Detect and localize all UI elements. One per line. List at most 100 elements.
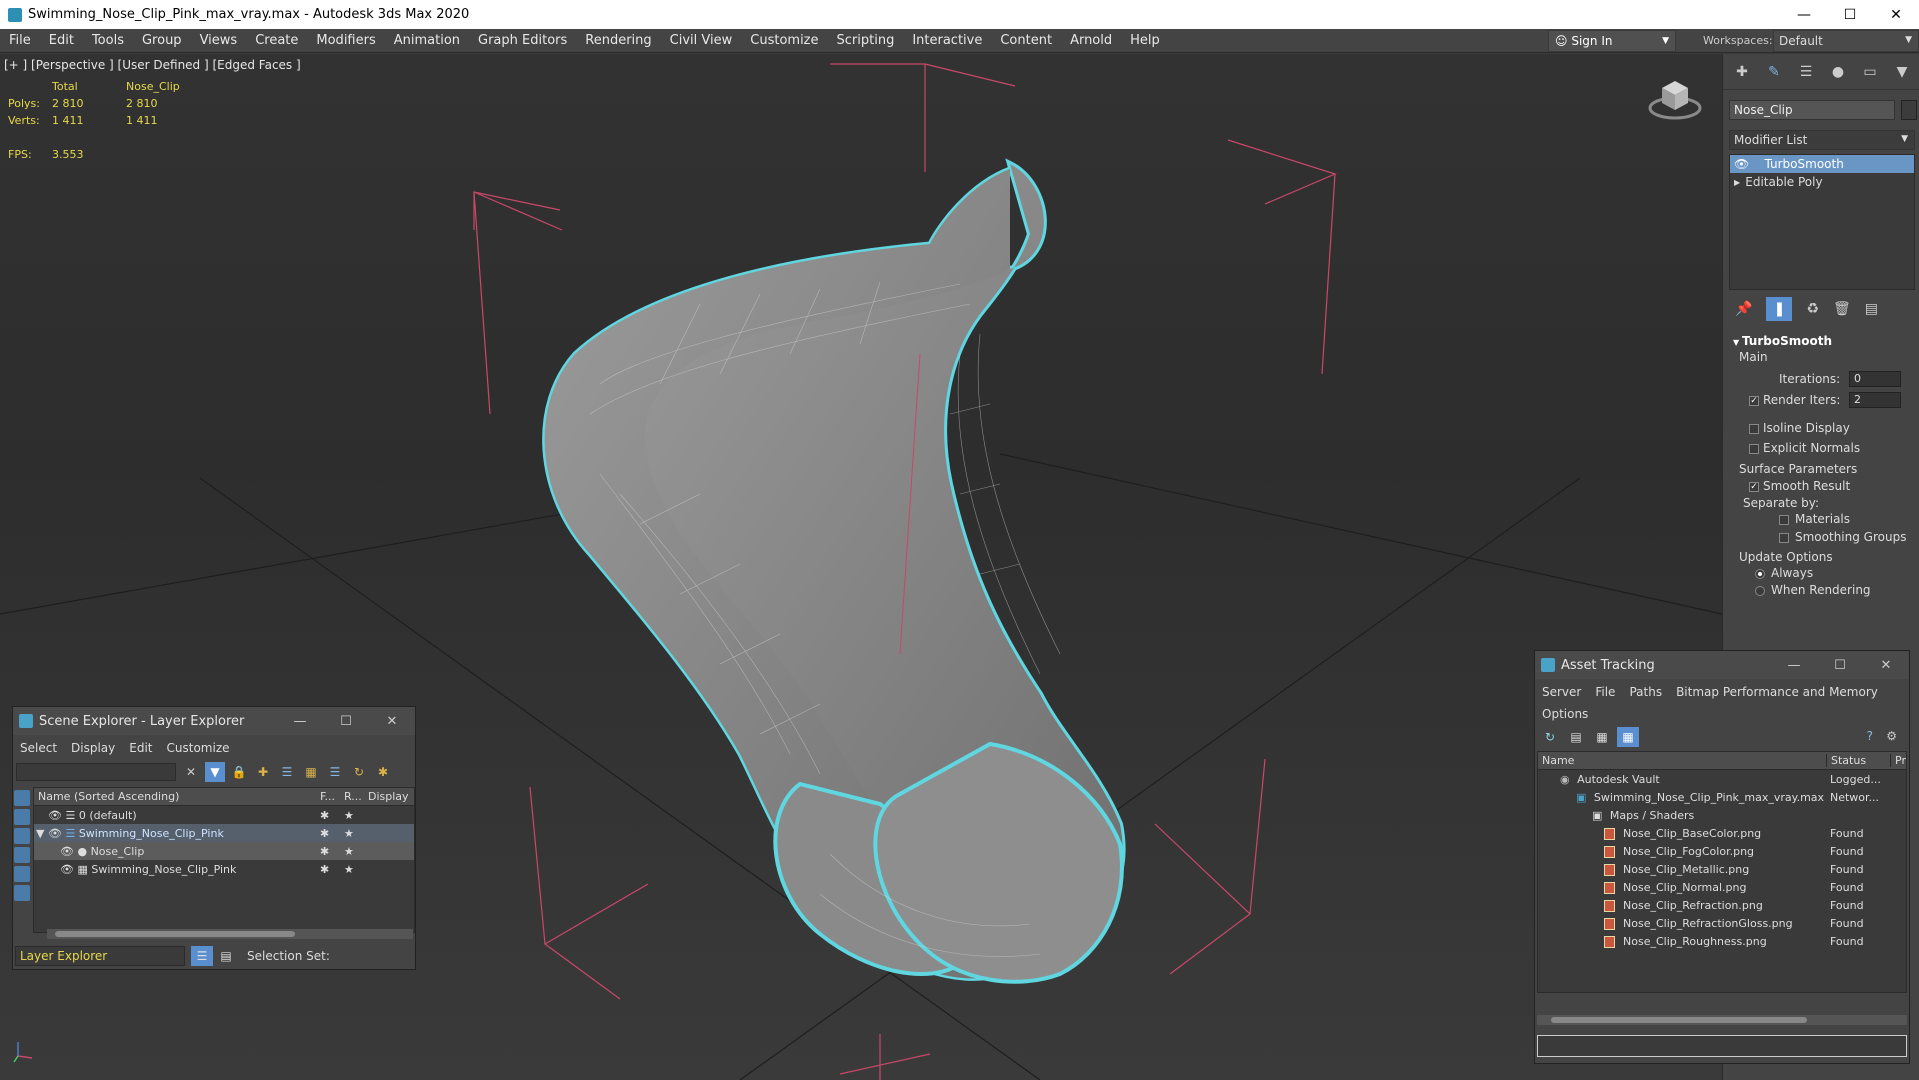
layers-icon[interactable]: ☰: [277, 762, 297, 782]
filter-icon[interactable]: ▼: [205, 762, 225, 782]
horizontal-scrollbar[interactable]: [47, 929, 413, 939]
eye-icon[interactable]: 👁: [1734, 157, 1765, 171]
menu-customize[interactable]: Customize: [741, 29, 827, 53]
table-view-icon[interactable]: ▦: [1617, 727, 1639, 747]
list-view-icon[interactable]: ▤: [1565, 727, 1587, 747]
close-icon[interactable]: ✕: [1863, 651, 1909, 679]
isoline-display-checkbox[interactable]: [1749, 424, 1759, 434]
menu-interactive[interactable]: Interactive: [903, 29, 991, 53]
expand-arrow-icon[interactable]: ▼: [36, 827, 44, 840]
menu-server[interactable]: Server: [1535, 685, 1588, 699]
utilities-tab-icon[interactable]: ▼: [1891, 61, 1913, 83]
clear-search-icon[interactable]: ✕: [181, 762, 201, 782]
nose-clip-mesh[interactable]: [542, 158, 1126, 984]
asset-row[interactable]: Nose_Clip_Metallic.png Found: [1538, 860, 1906, 878]
asset-row[interactable]: Nose_Clip_BaseColor.png Found: [1538, 824, 1906, 842]
iterations-spinner[interactable]: 0: [1849, 371, 1901, 387]
modifier-list-dropdown[interactable]: Modifier List ▼: [1729, 130, 1915, 150]
freeze-icon[interactable]: ✱: [320, 863, 344, 876]
remove-modifier-icon[interactable]: 🗑: [1833, 301, 1851, 317]
hierarchy-tab-icon[interactable]: ☰: [1795, 61, 1817, 83]
layers-toggle-icon[interactable]: ☰: [191, 946, 213, 966]
render-icon[interactable]: ★: [344, 809, 368, 822]
asset-row[interactable]: ◉ Autodesk Vault Logged...: [1538, 770, 1906, 788]
render-iters-spinner[interactable]: 2: [1849, 392, 1901, 408]
asset-row[interactable]: Nose_Clip_Roughness.png Found: [1538, 932, 1906, 950]
settings-icon[interactable]: ⚙: [1886, 729, 1897, 743]
menu-edit[interactable]: Edit: [40, 29, 83, 53]
refresh-icon[interactable]: ↻: [1539, 727, 1561, 747]
settings-icon[interactable]: ✱: [373, 762, 393, 782]
close-icon[interactable]: ✕: [369, 707, 415, 735]
freeze-icon[interactable]: ✱: [320, 827, 344, 840]
menu-views[interactable]: Views: [191, 29, 247, 53]
menu-display[interactable]: Display: [64, 741, 122, 755]
menu-arnold[interactable]: Arnold: [1061, 29, 1121, 53]
menu-rendering[interactable]: Rendering: [576, 29, 660, 53]
asset-row[interactable]: ▣ Swimming_Nose_Clip_Pink_max_vray.max Ne…: [1538, 788, 1906, 806]
always-radio[interactable]: [1755, 569, 1765, 579]
column-display[interactable]: Display: [368, 790, 409, 803]
column-status[interactable]: Status: [1826, 754, 1890, 767]
stack-item-turbosmooth[interactable]: 👁 TurboSmooth: [1730, 155, 1914, 173]
render-icon[interactable]: ★: [344, 845, 368, 858]
menu-content[interactable]: Content: [991, 29, 1061, 53]
column-name[interactable]: Name (Sorted Ascending): [34, 790, 320, 803]
menu-customize[interactable]: Customize: [160, 741, 237, 755]
asset-row[interactable]: Nose_Clip_FogColor.png Found: [1538, 842, 1906, 860]
explorer-type-select[interactable]: Layer Explorer: [15, 946, 185, 966]
when-rendering-radio[interactable]: [1755, 586, 1765, 596]
eye-icon[interactable]: 👁: [60, 863, 74, 876]
asset-row[interactable]: Nose_Clip_RefractionGloss.png Found: [1538, 914, 1906, 932]
object-name-field[interactable]: Nose_Clip: [1729, 100, 1895, 120]
spacewarps-filter-icon[interactable]: [14, 885, 30, 901]
render-icon[interactable]: ★: [344, 827, 368, 840]
object-color-swatch[interactable]: [1901, 100, 1917, 120]
stack-item-editable-poly[interactable]: ▶ Editable Poly: [1730, 173, 1914, 191]
materials-checkbox[interactable]: [1779, 515, 1789, 525]
menu-select[interactable]: Select: [13, 741, 64, 755]
menu-create[interactable]: Create: [246, 29, 307, 53]
minimize-icon[interactable]: —: [277, 707, 323, 735]
tree-row[interactable]: 👁 ☰ 0 (default) ✱ ★: [34, 806, 414, 824]
column-pr[interactable]: Pr: [1890, 754, 1906, 767]
display-tab-icon[interactable]: ▭: [1859, 61, 1881, 83]
lock-icon[interactable]: 🔒: [229, 762, 249, 782]
minimize-icon[interactable]: —: [1781, 0, 1827, 29]
create-tab-icon[interactable]: ✚: [1731, 61, 1753, 83]
menu-edit[interactable]: Edit: [122, 741, 159, 755]
scene-search-input[interactable]: [16, 763, 176, 781]
menu-scripting[interactable]: Scripting: [828, 29, 904, 53]
render-iters-checkbox[interactable]: ✓: [1749, 396, 1759, 406]
motion-tab-icon[interactable]: ●: [1827, 61, 1849, 83]
render-icon[interactable]: ★: [344, 863, 368, 876]
show-end-result-icon[interactable]: ❚: [1766, 297, 1793, 321]
menu-modifiers[interactable]: Modifiers: [307, 29, 384, 53]
lights-filter-icon[interactable]: [14, 828, 30, 844]
menu-civil-view[interactable]: Civil View: [661, 29, 742, 53]
asset-row[interactable]: Nose_Clip_Refraction.png Found: [1538, 896, 1906, 914]
detail-view-icon[interactable]: ▦: [1591, 727, 1613, 747]
sync-icon[interactable]: ↻: [349, 762, 369, 782]
eye-icon[interactable]: 👁: [60, 845, 74, 858]
horizontal-scrollbar[interactable]: [1537, 1015, 1907, 1025]
maximize-icon[interactable]: ☐: [1817, 651, 1863, 679]
geometry-filter-icon[interactable]: [14, 790, 30, 806]
asset-row[interactable]: ▣ Maps / Shaders: [1538, 806, 1906, 824]
explicit-normals-checkbox[interactable]: [1749, 444, 1759, 454]
menu-graph-editors[interactable]: Graph Editors: [469, 29, 576, 53]
expand-arrow-icon[interactable]: ▶: [1734, 178, 1745, 187]
minimize-icon[interactable]: —: [1771, 651, 1817, 679]
scene-explorer-titlebar[interactable]: Scene Explorer - Layer Explorer — ☐ ✕: [13, 707, 415, 735]
menu-group[interactable]: Group: [133, 29, 191, 53]
smooth-result-checkbox[interactable]: ✓: [1749, 482, 1759, 492]
tree-row[interactable]: 👁 ▦ Swimming_Nose_Clip_Pink ✱ ★: [34, 860, 414, 878]
menu-bitmap-performance[interactable]: Bitmap Performance and Memory: [1669, 685, 1885, 699]
eye-icon[interactable]: 👁: [48, 827, 62, 840]
maximize-icon[interactable]: ☐: [323, 707, 369, 735]
viewcube-icon[interactable]: [1648, 74, 1702, 122]
freeze-icon[interactable]: ✱: [320, 809, 344, 822]
make-unique-icon[interactable]: ♻: [1806, 301, 1819, 317]
column-f[interactable]: F...: [320, 790, 344, 803]
shapes-filter-icon[interactable]: [14, 809, 30, 825]
